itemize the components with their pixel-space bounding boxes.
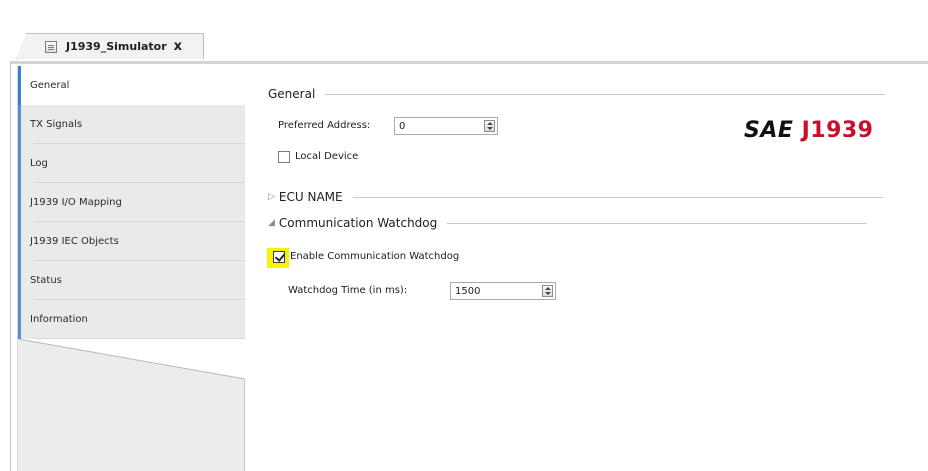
ecu-name-group-header[interactable]: ▷ ECU NAME xyxy=(268,190,883,204)
editor-left-border-inner xyxy=(17,66,18,471)
editor-side-tabs: General TX Signals Log J1939 I/O Mapping… xyxy=(18,66,245,471)
watchdog-group-header[interactable]: ◢ Communication Watchdog xyxy=(268,216,868,230)
tab-general[interactable]: General xyxy=(18,66,245,105)
collapse-arrow-icon[interactable]: ◢ xyxy=(268,218,275,228)
watchdog-time-spinner[interactable] xyxy=(542,285,553,297)
general-group-title: General xyxy=(268,87,316,101)
sae-j1939-logo: SAE J1939 xyxy=(744,118,874,143)
watchdog-time-value: 1500 xyxy=(455,285,481,297)
watchdog-time-label: Watchdog Time (in ms): xyxy=(288,285,408,296)
tab-iec-objects-label: J1939 IEC Objects xyxy=(30,236,119,247)
preferred-address-value: 0 xyxy=(399,120,406,132)
close-icon[interactable]: x xyxy=(174,40,182,53)
tab-iec-objects[interactable]: J1939 IEC Objects xyxy=(18,222,245,261)
tab-io-mapping-label: J1939 I/O Mapping xyxy=(30,197,122,208)
tab-tx-signals[interactable]: TX Signals xyxy=(18,105,245,144)
tab-strip-underline xyxy=(10,61,928,64)
tab-status[interactable]: Status xyxy=(18,261,245,300)
logo-j1939-text: J1939 xyxy=(801,118,874,143)
tab-log-label: Log xyxy=(30,158,48,169)
local-device-checkbox[interactable] xyxy=(278,151,290,163)
general-group-header: General xyxy=(268,87,886,101)
tab-general-label: General xyxy=(30,80,70,91)
watchdog-time-input[interactable]: 1500 xyxy=(450,282,556,300)
expand-arrow-icon[interactable]: ▷ xyxy=(268,192,275,202)
tab-information[interactable]: Information xyxy=(18,300,245,339)
enable-watchdog-checkbox[interactable] xyxy=(273,251,285,263)
tab-log[interactable]: Log xyxy=(18,144,245,183)
ecu-name-divider xyxy=(352,196,883,198)
device-icon xyxy=(45,40,57,53)
document-tab-title: J1939_Simulator xyxy=(66,40,167,53)
ecu-name-title: ECU NAME xyxy=(278,190,343,204)
side-tab-list: General TX Signals Log J1939 I/O Mapping… xyxy=(18,66,245,339)
enable-watchdog-label: Enable Communication Watchdog xyxy=(290,251,460,262)
side-tabs-footer xyxy=(18,339,245,471)
tab-status-label: Status xyxy=(30,275,62,286)
logo-sae-text: SAE xyxy=(744,118,794,143)
preferred-address-input[interactable]: 0 xyxy=(394,117,498,135)
document-tab-strip: J1939_Simulator x xyxy=(10,27,928,64)
local-device-label: Local Device xyxy=(295,151,359,162)
tab-io-mapping[interactable]: J1939 I/O Mapping xyxy=(18,183,245,222)
tab-information-label: Information xyxy=(30,314,88,325)
general-group-divider xyxy=(325,93,886,95)
tab-tx-signals-label: TX Signals xyxy=(30,119,83,130)
general-settings-panel: General Preferred Address: 0 SAE J1939 L… xyxy=(246,66,928,471)
document-tab[interactable]: J1939_Simulator x xyxy=(16,33,204,59)
watchdog-divider xyxy=(447,222,868,224)
preferred-address-spinner[interactable] xyxy=(484,120,495,132)
preferred-address-label: Preferred Address: xyxy=(278,120,371,131)
side-tabs-footer-shape xyxy=(18,339,245,471)
editor-left-border xyxy=(10,62,11,471)
watchdog-group-title: Communication Watchdog xyxy=(278,216,438,230)
